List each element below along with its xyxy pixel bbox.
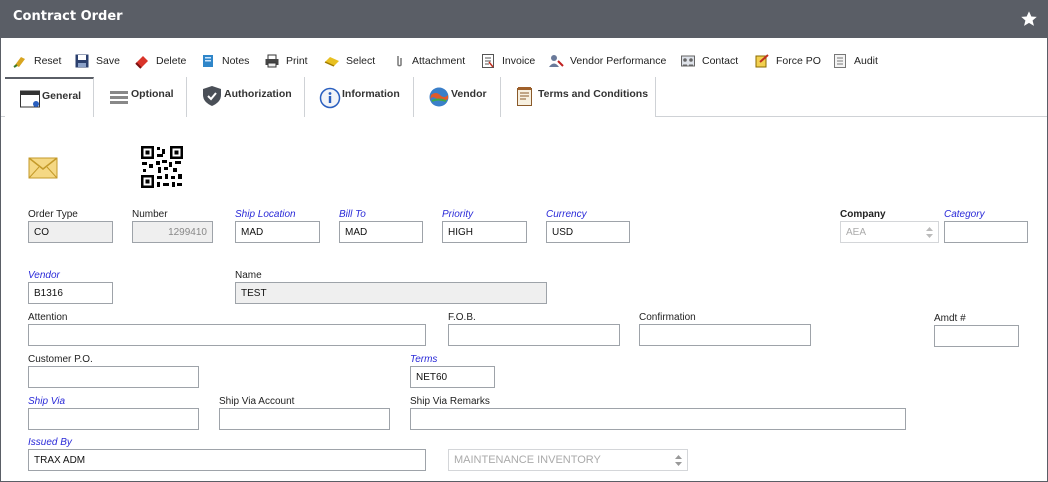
confirmation-label: Confirmation [639,312,696,323]
select-arrows-icon [675,455,682,466]
inventory-type-select[interactable]: MAINTENANCE INVENTORY [448,449,688,471]
customer-po-field[interactable] [28,366,199,388]
information-icon [319,87,341,109]
attention-label: Attention [28,312,68,323]
save-button[interactable]: Save [74,53,120,69]
terms-document-icon [517,87,532,106]
terms-label[interactable]: Terms [410,354,437,365]
tab-optional[interactable]: Optional [94,77,187,117]
general-window-icon [20,90,40,108]
vendor-globe-icon [429,87,449,107]
vendor-label[interactable]: Vendor [28,270,60,281]
contact-icon [681,55,695,67]
toolbar: Reset Save Delete Notes Print Select Att… [1,44,1047,76]
notes-icon [203,55,213,67]
company-label: Company [840,209,886,220]
optional-list-icon [110,91,128,104]
ship-via-account-field[interactable] [219,408,390,430]
reset-icon [13,57,25,68]
tab-bar: General Optional Authorization Informati… [1,77,1047,117]
vendor-performance-icon [549,55,564,67]
vendor-performance-button[interactable]: Vendor Performance [548,53,666,69]
currency-field[interactable]: USD [546,221,630,243]
ship-via-account-label: Ship Via Account [219,396,295,407]
window-title: Contract Order [13,9,123,24]
fob-label: F.O.B. [448,312,476,323]
issued-by-field[interactable]: TRAX ADM [28,449,426,471]
vendor-field[interactable]: B1316 [28,282,113,304]
name-label: Name [235,270,262,281]
order-type-field[interactable]: CO [28,221,113,243]
ship-location-field[interactable]: MAD [235,221,320,243]
ship-via-label[interactable]: Ship Via [28,396,65,407]
tab-terms-and-conditions[interactable]: Terms and Conditions [501,77,656,117]
tab-information[interactable]: Information [305,77,414,117]
envelope-icon[interactable] [28,157,58,179]
audit-icon [834,54,846,68]
bill-to-label[interactable]: Bill To [339,209,366,220]
order-type-label: Order Type [28,209,78,220]
contract-order-window: Contract Order Reset Save Delete Notes P… [0,0,1048,482]
company-value: AEA [846,226,867,238]
number-label: Number [132,209,168,220]
qr-code-icon[interactable] [140,145,184,189]
audit-button[interactable]: Audit [832,53,878,69]
customer-po-label: Customer P.O. [28,354,93,365]
select-button[interactable]: Select [324,53,375,69]
notes-button[interactable]: Notes [200,53,249,69]
invoice-button[interactable]: Invoice [480,53,535,69]
general-form: Order Type CO Number 1299410 Ship Locati… [1,118,1047,481]
fob-field[interactable] [448,324,620,346]
inventory-type-value: MAINTENANCE INVENTORY [454,454,601,466]
category-field[interactable] [944,221,1028,243]
contact-button[interactable]: Contact [680,53,738,69]
ship-location-label[interactable]: Ship Location [235,209,296,220]
select-arrows-icon [926,227,933,238]
save-icon [75,54,89,68]
print-icon [265,54,279,68]
category-label[interactable]: Category [944,209,985,220]
ship-via-remarks-label: Ship Via Remarks [410,396,490,407]
select-icon [324,57,339,67]
amdt-field[interactable] [934,325,1019,347]
title-bar: Contract Order [1,1,1047,38]
confirmation-field[interactable] [639,324,811,346]
terms-field[interactable]: NET60 [410,366,495,388]
company-select[interactable]: AEA [840,221,939,243]
amdt-label: Amdt # [934,313,966,324]
ship-via-field[interactable] [28,408,199,430]
print-button[interactable]: Print [264,53,308,69]
force-po-button[interactable]: Force PO [754,53,821,69]
ship-via-remarks-field[interactable] [410,408,906,430]
tab-general[interactable]: General [5,77,94,117]
priority-field[interactable]: HIGH [442,221,527,243]
currency-label[interactable]: Currency [546,209,587,220]
tab-vendor[interactable]: Vendor [414,77,501,117]
attachment-icon [397,56,402,67]
favorite-star-icon[interactable] [1020,10,1038,28]
shield-icon [203,86,221,106]
reset-button[interactable]: Reset [12,53,61,69]
tab-authorization[interactable]: Authorization [187,77,305,117]
name-field[interactable]: TEST [235,282,547,304]
delete-icon [135,56,148,69]
invoice-icon [482,54,494,68]
delete-button[interactable]: Delete [134,53,186,69]
force-po-icon [755,54,769,68]
issued-by-label[interactable]: Issued By [28,437,72,448]
priority-label[interactable]: Priority [442,209,473,220]
number-field[interactable]: 1299410 [132,221,213,243]
attachment-button[interactable]: Attachment [390,53,465,69]
bill-to-field[interactable]: MAD [339,221,423,243]
attention-field[interactable] [28,324,426,346]
